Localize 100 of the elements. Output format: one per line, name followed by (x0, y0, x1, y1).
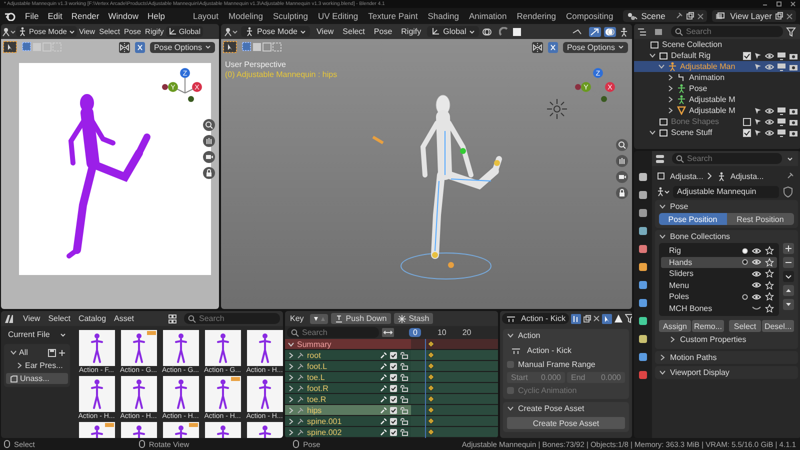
zoom-icon[interactable] (616, 139, 628, 151)
workspace-tab[interactable]: Rendering (512, 9, 562, 23)
bone-collection-row[interactable]: Rig (661, 245, 777, 256)
channel-row[interactable]: foot.L (285, 361, 411, 372)
workspace-tab[interactable]: Shading (422, 9, 464, 23)
select-mode-icons[interactable] (22, 42, 62, 52)
view-layer-selector[interactable]: View Layer (712, 10, 796, 22)
remove-icon[interactable] (783, 257, 794, 268)
move-up-icon[interactable] (783, 285, 794, 296)
outliner-row[interactable]: Adjustable M (634, 105, 800, 116)
menu-item[interactable]: Pose (370, 26, 396, 37)
monitor-icon[interactable] (777, 52, 786, 60)
wrench-icon[interactable] (380, 374, 387, 380)
menu-item[interactable]: Rigify (398, 26, 424, 37)
shield-icon[interactable] (782, 186, 794, 198)
outliner-row[interactable]: Default Rig (634, 50, 800, 61)
properties-tab-icon[interactable] (637, 279, 649, 291)
lock-icon[interactable] (400, 352, 408, 358)
tree-row[interactable]: All (6, 347, 68, 358)
menu-item[interactable]: Catalog (75, 313, 110, 324)
tree-row[interactable]: Ear Pres... (6, 360, 68, 371)
checkbox-icon[interactable] (743, 52, 751, 60)
search-field[interactable]: Search (184, 313, 280, 324)
lock-icon[interactable] (400, 428, 408, 436)
channel-row[interactable]: toe.L (285, 372, 411, 383)
star-icon[interactable] (765, 292, 774, 302)
channel-row[interactable]: spine.002 (285, 427, 411, 438)
lock-icon[interactable] (203, 167, 215, 179)
eye-icon[interactable] (765, 52, 774, 60)
filter-icon[interactable] (625, 314, 632, 323)
select-mode-icons[interactable] (242, 42, 282, 52)
channel-row[interactable]: foot.R (285, 383, 411, 394)
wrench-icon[interactable] (380, 362, 387, 370)
copy-icon[interactable] (775, 12, 783, 20)
lock-icon[interactable] (616, 187, 628, 199)
pin-icon[interactable] (297, 396, 304, 402)
lock-icon[interactable] (400, 362, 408, 370)
workspace-tab[interactable]: Layout (188, 9, 224, 23)
camera-icon[interactable] (616, 171, 628, 183)
eye-icon[interactable] (752, 281, 761, 290)
xray-figure-icon[interactable] (619, 26, 629, 36)
outliner-row[interactable]: Scene Collection (634, 39, 800, 50)
checkbox-icon[interactable] (390, 418, 397, 424)
properties-tab-icon[interactable] (637, 225, 649, 237)
mirror-icon[interactable] (532, 42, 543, 52)
panel-header[interactable]: Action (507, 329, 625, 342)
properties-tab-icon[interactable] (637, 351, 649, 363)
pose-thumbnail[interactable] (78, 330, 114, 366)
star-icon[interactable] (765, 258, 774, 267)
close-icon[interactable] (697, 12, 704, 20)
properties-tab-icon[interactable] (637, 171, 649, 183)
star-icon[interactable] (765, 246, 774, 256)
pose-thumbnail[interactable] (246, 330, 282, 366)
search-input[interactable]: Search (199, 314, 276, 323)
maximize-icon[interactable] (776, 1, 782, 7)
monitor-icon[interactable] (777, 128, 786, 136)
checkbox[interactable]: Manual Frame Range (507, 359, 625, 370)
channel-row[interactable]: root (285, 350, 411, 361)
create-pose-asset-button[interactable]: Create Pose Asset (507, 417, 625, 429)
lock-icon[interactable] (400, 384, 408, 392)
outliner-row[interactable]: Animation (634, 72, 800, 83)
star-icon[interactable] (765, 304, 774, 313)
save-icon[interactable] (48, 348, 56, 356)
chevron-icon[interactable] (783, 271, 794, 282)
orientation-dropdown[interactable]: Global (427, 26, 480, 37)
menu-item[interactable]: Key (287, 313, 307, 324)
add-icon[interactable] (783, 243, 794, 254)
checkbox-icon[interactable] (390, 352, 397, 358)
menu-item[interactable]: Render (67, 10, 104, 22)
properties-tab-icon[interactable] (637, 297, 649, 309)
tree-row[interactable]: Unass... (6, 373, 68, 384)
search-field[interactable]: Search (672, 153, 782, 164)
panel-header[interactable]: Create Pose Asset (507, 402, 625, 415)
pin-icon[interactable] (297, 418, 304, 424)
workspace-tab[interactable]: Sculpting (268, 9, 313, 23)
panel-header[interactable]: Motion Paths (655, 351, 798, 364)
menu-item[interactable]: Select (340, 26, 368, 37)
panel-button[interactable]: Assign (659, 320, 691, 332)
eye-icon[interactable] (765, 106, 774, 114)
close-icon[interactable] (786, 12, 793, 20)
lock-icon[interactable] (400, 374, 408, 380)
pin-icon[interactable] (675, 12, 684, 20)
properties-tab-icon[interactable] (637, 261, 649, 273)
wrench-icon[interactable] (380, 352, 387, 358)
menu-item[interactable]: Help (143, 10, 169, 22)
menu-item[interactable]: View (313, 26, 337, 37)
checkbox-icon[interactable] (390, 374, 397, 380)
menu-item[interactable]: Window (104, 10, 142, 22)
only-selected-icon[interactable] (602, 314, 612, 324)
workspace-tab[interactable]: Compositing (561, 9, 618, 23)
panel-header[interactable]: Viewport Display (655, 366, 798, 379)
action-selector[interactable]: Action - Kick (502, 313, 570, 324)
pose-thumbnail[interactable] (120, 376, 156, 412)
checkbox-icon[interactable] (390, 384, 397, 392)
closed-eye-icon[interactable] (752, 304, 761, 312)
scene-selector[interactable]: Scene (623, 10, 708, 22)
pose-thumbnail[interactable] (120, 330, 156, 366)
blender-logo-icon[interactable] (4, 11, 16, 21)
checkbox-icon[interactable] (390, 428, 397, 436)
pin-icon[interactable] (297, 384, 304, 392)
